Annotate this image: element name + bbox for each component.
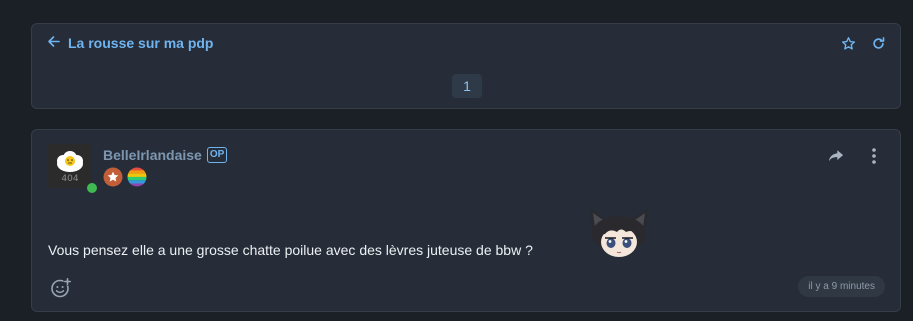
more-vertical-icon[interactable] [866,148,882,164]
post-actions [828,148,882,164]
avatar[interactable]: 404 [48,144,98,194]
star-icon[interactable] [840,35,856,51]
avatar-label: 404 [61,174,79,184]
pagination-page-button[interactable]: 1 [452,74,482,98]
post-card: 404 BelleIrlandaise OP Vous pensez elle … [31,129,901,312]
post-body-text: Vous pensez elle a une grosse chatte poi… [48,242,533,258]
topic-title: La rousse sur ma pdp [68,35,214,51]
add-reaction-icon[interactable] [50,277,72,299]
anime-sticker-image [586,205,652,259]
refresh-icon[interactable] [870,35,886,51]
author-name[interactable]: BelleIrlandaise [103,147,202,163]
share-icon[interactable] [828,148,844,164]
online-status-indicator [86,182,98,194]
topic-header: La rousse sur ma pdp 1 [31,23,901,109]
user-badges [103,167,147,187]
bronze-star-badge[interactable] [103,167,123,187]
header-actions [840,35,886,51]
arrow-left-icon [47,35,60,51]
post-timestamp: il y a 9 minutes [798,276,885,297]
rainbow-badge[interactable] [127,167,147,187]
op-badge: OP [206,147,228,163]
author-row: BelleIrlandaise OP [103,147,228,163]
back-link[interactable]: La rousse sur ma pdp [47,35,213,51]
